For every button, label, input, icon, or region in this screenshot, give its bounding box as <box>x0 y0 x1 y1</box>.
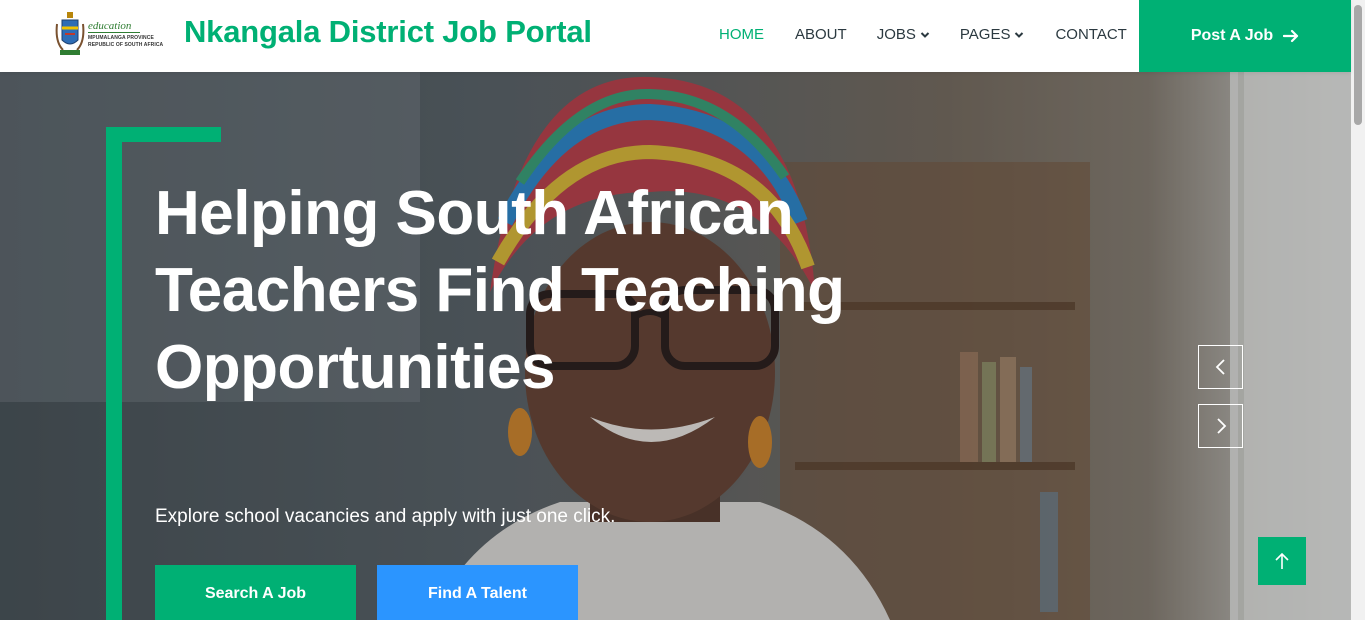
chevron-down-icon <box>1015 31 1024 38</box>
arrow-right-icon <box>1283 29 1299 43</box>
nav-jobs-dropdown[interactable]: JOBS <box>877 26 930 43</box>
nav-pages-dropdown[interactable]: PAGES <box>960 26 1025 43</box>
logo-divider <box>88 32 140 33</box>
nav-pages-label: PAGES <box>959 26 1011 43</box>
search-job-button[interactable]: Search A Job <box>155 565 356 620</box>
chevron-right-icon <box>1216 418 1226 434</box>
hero-accent-top <box>106 127 221 142</box>
coat-of-arms-icon <box>55 12 85 55</box>
nav-about[interactable]: ABOUT <box>795 26 847 43</box>
chevron-down-icon <box>920 31 930 38</box>
carousel-prev-button[interactable] <box>1198 345 1243 389</box>
logo-country: REPUBLIC OF SOUTH AFRICA <box>88 42 164 48</box>
nav-contact[interactable]: CONTACT <box>1055 26 1126 43</box>
back-to-top-button[interactable] <box>1258 537 1306 585</box>
page-scrollbar[interactable] <box>1351 0 1365 620</box>
carousel-next-button[interactable] <box>1198 404 1243 448</box>
nav-jobs-label: JOBS <box>876 26 916 43</box>
top-navbar: education MPUMALANGA PROVINCE REPUBLIC O… <box>0 0 1351 72</box>
post-job-label: Post A Job <box>1190 27 1274 44</box>
site-title[interactable]: Nkangala District Job Portal <box>184 14 592 50</box>
post-job-button[interactable]: Post A Job <box>1139 0 1351 72</box>
chevron-left-icon <box>1215 359 1225 375</box>
logo-wordmark: education <box>88 20 132 32</box>
main-nav: HOME ABOUT JOBS PAGES CONTACT <box>719 26 1127 43</box>
nav-home[interactable]: HOME <box>719 26 764 43</box>
scrollbar-thumb[interactable] <box>1354 5 1362 125</box>
hero-heading: Helping South African Teachers Find Teac… <box>155 179 845 402</box>
logo-province: MPUMALANGA PROVINCE <box>88 35 154 41</box>
hero-carousel: Helping South African Teachers Find Teac… <box>0 72 1351 620</box>
find-talent-button[interactable]: Find A Talent <box>377 565 578 620</box>
arrow-up-icon <box>1275 552 1289 569</box>
hero-accent-bar <box>106 127 122 620</box>
education-logo[interactable]: education MPUMALANGA PROVINCE REPUBLIC O… <box>52 10 163 62</box>
hero-subtitle: Explore school vacancies and apply with … <box>155 506 616 527</box>
